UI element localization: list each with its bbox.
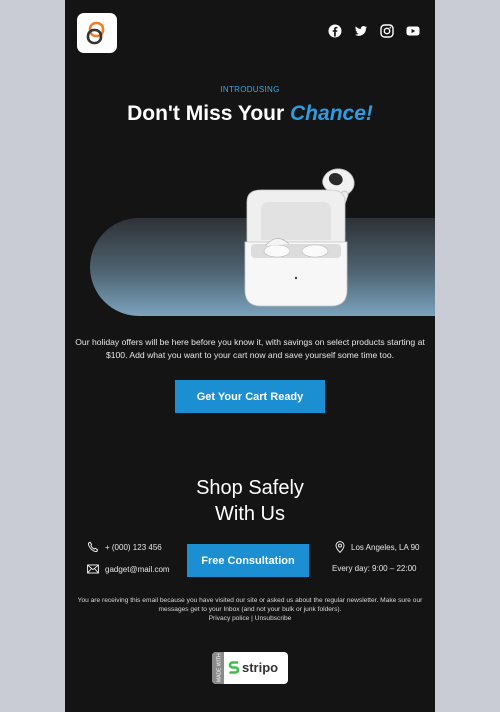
contact-hours: Every day: 9:00 – 22:00	[332, 564, 417, 573]
stripo-badge[interactable]: MADE WITH stripo	[212, 652, 288, 684]
contact-phone[interactable]: + (000) 123 456	[87, 541, 162, 553]
contact-email[interactable]: gadget@mail.com	[87, 564, 170, 574]
instagram-icon[interactable]	[380, 24, 394, 38]
brand-logo[interactable]	[77, 13, 117, 53]
section-title-line2: With Us	[215, 503, 285, 525]
facebook-icon[interactable]	[328, 24, 342, 38]
airpods-product-image	[244, 168, 355, 307]
location-text: Los Angeles, LA 90	[351, 542, 420, 552]
location-pin-icon	[335, 541, 345, 553]
mail-icon	[87, 564, 99, 574]
brand-logo-icon	[86, 21, 105, 45]
badge-side-strip: MADE WITH	[212, 652, 224, 684]
section-title-line1: Shop Safely	[196, 477, 304, 499]
footer-links: Privacy police | Unsubscribe	[75, 614, 425, 623]
email-text: gadget@mail.com	[105, 564, 170, 574]
headline-accent: Chance!	[290, 102, 373, 125]
promo-description: Our holiday offers will be here before y…	[75, 337, 425, 360]
twitter-icon[interactable]	[354, 24, 368, 38]
stripo-logo-icon	[228, 661, 240, 674]
footer-note: You are receiving this email because you…	[75, 596, 425, 623]
email-container: INTRODUSING Don't Miss Your Chance! Our …	[65, 0, 435, 712]
section-title: Shop Safely With Us	[65, 475, 435, 527]
hero-headline: Don't Miss Your Chance!	[65, 102, 435, 126]
free-consultation-button[interactable]: Free Consultation	[187, 544, 309, 577]
phone-text: + (000) 123 456	[105, 542, 162, 552]
headline-text: Don't Miss Your	[127, 102, 291, 125]
stripo-wordmark: stripo	[242, 660, 279, 675]
get-cart-ready-button[interactable]: Get Your Cart Ready	[175, 380, 325, 413]
phone-icon	[87, 541, 99, 553]
footer-disclaimer: You are receiving this email because you…	[77, 597, 423, 613]
badge-side-text: MADE WITH	[217, 653, 223, 682]
badge-side-lettering: MADE WITH	[217, 653, 223, 682]
privacy-link[interactable]: Privacy police	[209, 615, 250, 622]
youtube-icon[interactable]	[406, 24, 420, 38]
unsubscribe-link[interactable]: Unsubscribe	[255, 615, 292, 622]
hours-text: Every day: 9:00 – 22:00	[332, 564, 417, 573]
eyebrow-label: INTRODUSING	[220, 85, 280, 94]
contact-location: Los Angeles, LA 90	[335, 541, 420, 553]
